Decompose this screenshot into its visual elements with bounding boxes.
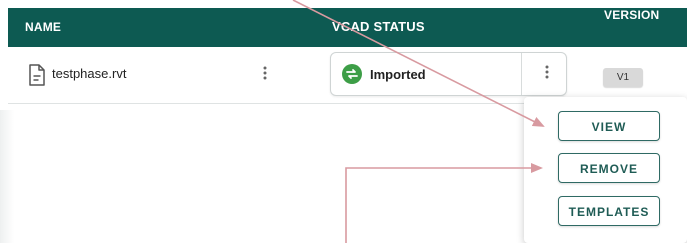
column-header-name[interactable]: NAME <box>25 20 61 34</box>
sync-arrows-icon <box>342 64 362 84</box>
vcad-files-table: NAME VCAD STATUS VERSION testphase.rvt I… <box>0 0 687 243</box>
edge-shadow <box>0 110 14 243</box>
file-name[interactable]: testphase.rvt <box>52 66 126 81</box>
status-divider <box>521 53 522 95</box>
view-button[interactable]: VIEW <box>558 111 660 141</box>
document-icon <box>28 64 46 86</box>
column-header-vcad-status[interactable]: VCAD STATUS <box>332 19 425 34</box>
column-header-version[interactable]: VERSION <box>604 8 659 22</box>
table-header: NAME VCAD STATUS VERSION <box>8 8 687 47</box>
remove-button[interactable]: REMOVE <box>558 153 660 183</box>
vcad-status-cell: Imported <box>330 52 567 96</box>
more-vertical-icon[interactable] <box>539 63 555 85</box>
templates-button[interactable]: TEMPLATES <box>558 196 660 226</box>
version-badge[interactable]: V1 <box>603 68 643 87</box>
table-row[interactable]: testphase.rvt Imported V1 <box>8 47 687 104</box>
status-label: Imported <box>370 67 426 82</box>
more-vertical-icon[interactable] <box>257 64 273 86</box>
annotation-arrow-remove <box>345 163 543 243</box>
status-context-menu: VIEW REMOVE TEMPLATES <box>524 97 687 243</box>
